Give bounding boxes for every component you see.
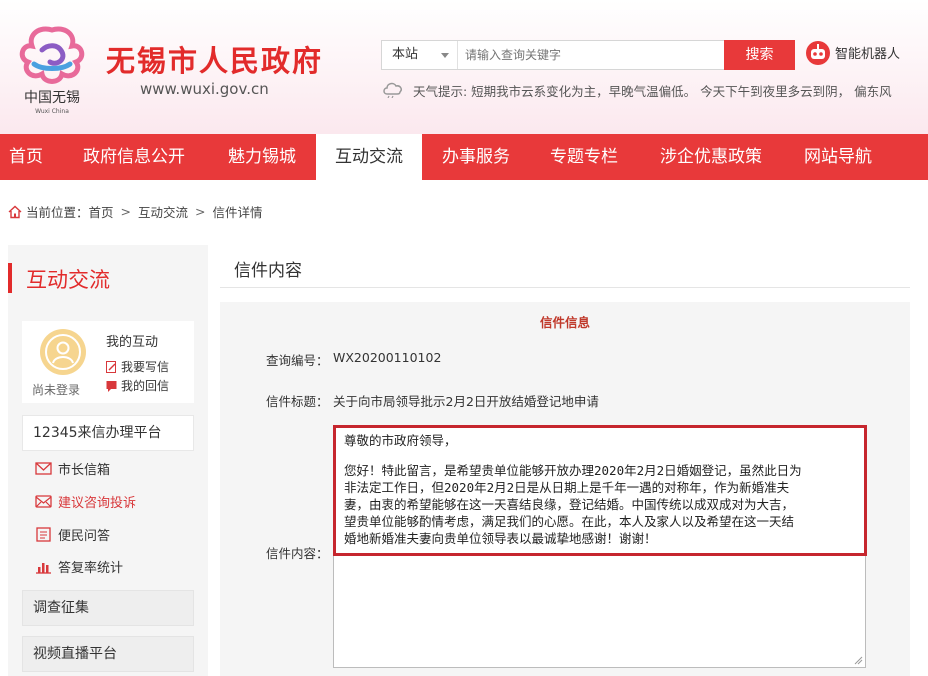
nav-gov-info[interactable]: 政府信息公开 (64, 134, 204, 180)
sidebar-title: 互动交流 (8, 263, 208, 293)
subject-value: 关于向市局领导批示2月2日开放结婚登记地申请 (333, 394, 599, 409)
login-status[interactable]: 尚未登录 (32, 381, 80, 398)
main-nav: 首页 政府信息公开 魅力锡城 互动交流 办事服务 专题专栏 涉企优惠政策 网站导… (0, 134, 928, 180)
sidebar-title-text: 互动交流 (26, 268, 110, 292)
sidebar-survey[interactable]: 调查征集 (22, 590, 194, 626)
qa-icon (36, 527, 51, 542)
sidebar-item-mayor-mailbox[interactable]: 市长信箱 (35, 459, 110, 478)
highlight-box (333, 425, 867, 556)
nav-sitemap[interactable]: 网站导航 (788, 134, 888, 180)
search-button[interactable]: 搜索 (724, 40, 795, 70)
page-title: 信件内容 (234, 261, 302, 281)
breadcrumb-separator: > (120, 204, 132, 219)
breadcrumb-interaction[interactable]: 互动交流 (138, 202, 188, 221)
search-bar: 本站 搜索 (381, 40, 795, 70)
nav-interaction[interactable]: 互动交流 (316, 134, 422, 180)
sidebar-item-label: 市长信箱 (58, 463, 111, 478)
write-letter-link[interactable]: 我要写信 (106, 358, 169, 375)
svg-text:Wuxi China: Wuxi China (35, 108, 69, 115)
search-scope-label: 本站 (392, 47, 419, 62)
envelope-icon (35, 495, 52, 508)
nav-services[interactable]: 办事服务 (426, 134, 526, 180)
query-no-label: 查询编号： (266, 353, 329, 368)
pencil-icon (106, 360, 116, 373)
breadcrumb: 当前位置： 首页 > 互动交流 > 信件详情 (8, 202, 263, 221)
resize-grip-icon[interactable] (853, 655, 863, 665)
panel-heading: 信件信息 (539, 315, 590, 330)
nav-charm[interactable]: 魅力锡城 (212, 134, 312, 180)
breadcrumb-current: 信件详情 (212, 205, 263, 220)
sidebar-item-label: 建议咨询投诉 (58, 496, 137, 511)
user-box: 尚未登录 我的互动 我要写信 我的回信 (22, 321, 194, 403)
wuxi-logo[interactable]: 中国无锡 Wuxi China (12, 20, 92, 116)
breadcrumb-prefix: 当前位置： (26, 205, 89, 220)
weather-tip: 天气提示: 短期我市云系变化为主，早晚气温偏低。 今天下午到夜里多云到阴， 偏东… (413, 84, 892, 99)
breadcrumb-home[interactable]: 首页 (89, 202, 114, 221)
sidebar-item-reply-stats[interactable]: 答复率统计 (35, 557, 123, 576)
sidebar-live-video[interactable]: 视频直播平台 (22, 636, 194, 672)
title-divider (220, 287, 910, 288)
write-letter-label: 我要写信 (121, 360, 170, 374)
sidebar-item-label: 便民问答 (58, 529, 111, 544)
nav-enterprise-policy[interactable]: 涉企优惠政策 (646, 134, 776, 180)
avatar[interactable] (40, 329, 86, 375)
robot-icon[interactable] (805, 40, 831, 66)
sidebar-item-suggestion[interactable]: 建议咨询投诉 (35, 492, 136, 511)
nav-topics[interactable]: 专题专栏 (534, 134, 634, 180)
breadcrumb-separator: > (195, 204, 206, 219)
my-replies-label: 我的回信 (121, 379, 170, 393)
home-icon (8, 205, 22, 218)
cloud-icon (383, 82, 402, 98)
subject-label: 信件标题： (266, 394, 329, 409)
robot-label[interactable]: 智能机器人 (835, 43, 900, 62)
my-interaction-title: 我的互动 (106, 335, 159, 350)
chat-icon (106, 380, 117, 392)
site-url: www.wuxi.gov.cn (140, 80, 269, 98)
search-scope-select[interactable]: 本站 (382, 41, 458, 69)
svg-text:中国无锡: 中国无锡 (24, 90, 80, 106)
my-replies-link[interactable]: 我的回信 (106, 377, 169, 394)
site-header: 中国无锡 Wuxi China 无锡市人民政府 www.wuxi.gov.cn … (0, 0, 928, 134)
site-name[interactable]: 无锡市人民政府 (106, 38, 323, 80)
chevron-down-icon (441, 53, 449, 58)
query-no-value: WX20200110102 (333, 350, 442, 365)
sidebar-title-bar (8, 263, 12, 293)
sidebar: 互动交流 尚未登录 我的互动 我要写信 我的回信 12345来信办理平台 市长信… (8, 245, 208, 676)
bar-chart-icon (36, 563, 51, 574)
sidebar-item-qa[interactable]: 便民问答 (35, 525, 110, 544)
sidebar-item-label: 答复率统计 (58, 561, 124, 576)
nav-home[interactable]: 首页 (0, 134, 52, 180)
platform-12345[interactable]: 12345来信办理平台 (22, 415, 194, 451)
content-label: 信件内容： (266, 546, 329, 561)
user-icon (45, 334, 81, 370)
search-input[interactable] (459, 41, 724, 69)
mail-icon (35, 462, 52, 475)
